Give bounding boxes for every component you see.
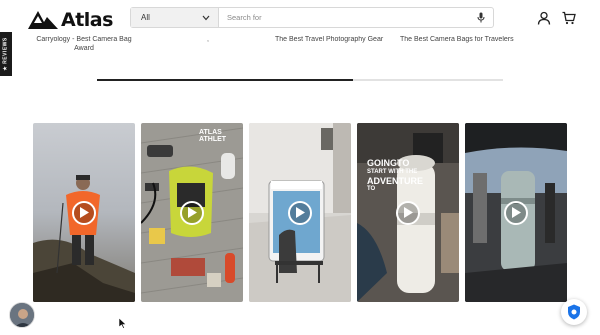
search-bar: All	[130, 7, 494, 28]
related-article-title: The Best Camera Bags for Travelers	[400, 36, 514, 43]
related-article-3[interactable]: The Best Camera Bags for Travelers	[400, 35, 520, 44]
video-overlay-line-4: TO	[367, 186, 376, 192]
play-icon	[80, 207, 89, 218]
microphone-icon	[477, 12, 485, 23]
video-overlay-line-1: GOINGTO	[367, 158, 410, 168]
related-articles-row: Carryology - Best Camera Bag Award , The…	[0, 35, 600, 55]
user-icon	[537, 11, 551, 25]
cart-icon	[562, 11, 576, 25]
carousel-scroll-progress[interactable]	[97, 79, 503, 81]
video-card-gear-flatlay[interactable]: ATLAS ATHLET	[141, 123, 243, 302]
atlas-logo[interactable]: Atlas	[28, 9, 113, 31]
play-button[interactable]	[288, 200, 312, 225]
play-button[interactable]	[504, 200, 528, 225]
logo-text: Atlas	[61, 9, 113, 31]
play-button[interactable]	[72, 200, 96, 225]
related-article-title: Carryology - Best Camera Bag	[36, 36, 132, 43]
chat-widget-button[interactable]	[561, 299, 587, 325]
video-overlay-text: ATLAS ATHLET	[199, 129, 227, 143]
avatar-photo	[10, 303, 34, 327]
related-article-fragment: ,	[207, 36, 209, 43]
account-button[interactable]	[537, 11, 551, 25]
video-card-car-trunk[interactable]	[465, 123, 567, 302]
video-overlay-line-3: ADVENTURE	[367, 176, 424, 186]
related-article-2[interactable]: The Best Travel Photography Gear	[275, 35, 387, 44]
related-article-title-cont: Award	[74, 45, 94, 52]
video-card-hiker[interactable]	[33, 123, 135, 302]
search-category-select[interactable]: All	[131, 8, 219, 27]
play-icon	[296, 207, 305, 218]
play-icon	[404, 207, 413, 218]
video-overlay-line-2: START WITH THE	[367, 169, 418, 175]
search-category-value: All	[141, 13, 150, 22]
mountain-logo-icon	[28, 11, 58, 29]
floating-avatar[interactable]	[9, 302, 35, 328]
shield-icon	[568, 304, 580, 320]
microphone-button[interactable]	[469, 8, 493, 27]
related-article-1[interactable]: Carryology - Best Camera Bag Award	[34, 35, 134, 53]
video-card-airport[interactable]	[249, 123, 351, 302]
play-icon	[512, 207, 521, 218]
search-input[interactable]	[219, 8, 469, 27]
related-article-title: The Best Travel Photography Gear	[275, 36, 384, 43]
star-icon: ★	[3, 63, 9, 71]
site-header: Atlas All	[0, 0, 600, 36]
play-icon	[188, 207, 197, 218]
chevron-down-icon	[202, 15, 210, 20]
video-card-lens-adventure[interactable]: GOINGTO START WITH THE ADVENTURE TO	[357, 123, 459, 302]
reviews-tab-label: REVIEWS	[3, 37, 9, 64]
cart-button[interactable]	[562, 11, 576, 25]
carousel-progress-fill	[97, 79, 353, 81]
mouse-cursor-icon	[119, 318, 127, 329]
play-button[interactable]	[396, 200, 420, 225]
play-button[interactable]	[180, 200, 204, 225]
reviews-tab[interactable]: ★ REVIEWS	[0, 32, 12, 76]
